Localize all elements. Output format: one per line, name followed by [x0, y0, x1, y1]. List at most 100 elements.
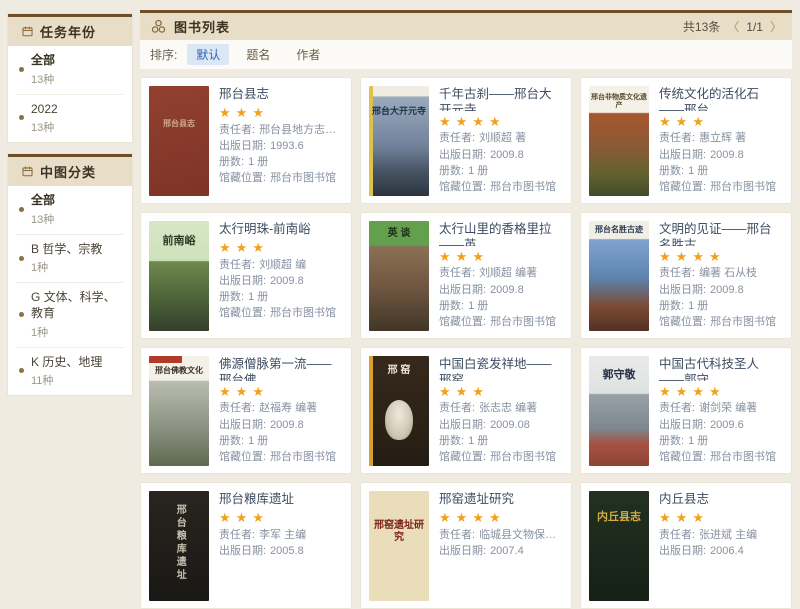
cover-title: 邢台大开元寺 [371, 105, 426, 116]
sort-bar: 排序: 默认 题名 作者 [140, 40, 792, 69]
book-fields: 责任者: 刘顺超 编出版日期: 2009.8 册数: 1 册馆藏位置: 邢台市图书馆 [219, 257, 343, 322]
book-field: 责任者: 刘顺超 著 [439, 132, 527, 145]
book-field: 责任者: 赵福寿 编著 [219, 402, 318, 415]
book-title[interactable]: 中国白瓷发祥地——邢窑 [439, 356, 563, 381]
next-page-button[interactable]: 〉 [770, 18, 782, 35]
book-title[interactable]: 太行山里的香格里拉——英... [439, 221, 563, 246]
prev-page-button[interactable]: 〈 [727, 18, 739, 35]
panel-title: 中图分类 [40, 165, 97, 181]
filter-item[interactable]: K 历史、地理 11种 [16, 348, 124, 396]
book-info: 佛源僧脉第一流——邢台佛... ★ ★ ★ 责任者: 赵福寿 编著 出版日期: 2009.… [219, 356, 343, 465]
book-field: 馆藏位置: 邢台市图书馆 [219, 307, 337, 320]
book-field: 责任者: 张进斌 主编 [659, 528, 758, 541]
book-cover: 邢台县志 [149, 86, 209, 196]
book-title[interactable]: 内丘县志 [659, 491, 783, 507]
rating-stars: ★ ★ ★ ★ [659, 248, 721, 264]
cover-art [384, 400, 413, 440]
book-field: 馆藏位置: 邢台市图书馆 [659, 180, 777, 193]
book-title[interactable]: 邢台粮库遗址 [219, 491, 343, 507]
book-card[interactable]: 邢台佛教文化 佛源僧脉第一流——邢台佛... ★ ★ ★ 责任者: 赵福寿 编著 出版日… [140, 347, 352, 474]
filter-label: 2022 [31, 101, 58, 116]
book-card[interactable]: 邢台县志 邢台县志 ★★★ 责任者:邢台县地方志编纂委... 出版日期:1993.… [140, 77, 352, 204]
filter-label: G 文体、科学、教育 [31, 290, 116, 320]
page-indicator: 1/1 [746, 19, 763, 34]
book-field: 馆藏位置: 邢台市图书馆 [659, 315, 777, 328]
book-field: 馆藏位置: 邢台市图书馆 [439, 315, 557, 328]
filter-item[interactable]: 2022 13种 [16, 95, 124, 143]
book-title[interactable]: 太行明珠-前南峪 [219, 221, 343, 237]
book-title[interactable]: 传统文化的活化石——邢台... [659, 86, 783, 111]
book-field: 出版日期: 2007.4 [439, 545, 524, 557]
book-card[interactable]: 邢台大开元寺 千年古刹——邢台大开元寺 ★ ★ ★ ★ 责任者: 刘顺超 著出版日期: 2… [360, 77, 572, 204]
book-grid: 邢台县志 邢台县志 ★★★ 责任者:邢台县地方志编纂委... 出版日期:1993.… [140, 77, 792, 609]
book-cover: 邢台名胜古迹 [589, 221, 649, 331]
book-card[interactable]: 邢台名胜古迹 文明的见证——邢台名胜古... ★ ★ ★ ★ 责任者: 编著 石从枝 出版… [580, 212, 792, 339]
book-field: 出版日期: 2009.8 [439, 283, 524, 296]
filter-count: 13种 [31, 213, 55, 226]
book-card[interactable]: 邢台粮库遗址 邢台粮库遗址 ★ ★ ★ 责任者: 李军 主编 出版日期: 2005.8 [140, 482, 352, 609]
sort-option[interactable]: 作者 [287, 44, 329, 65]
sidebar-panel: 任务年份 全部 13种 2022 13种 [8, 14, 132, 143]
book-field: 馆藏位置: 邢台市图书馆 [219, 450, 337, 463]
book-info: 太行明珠-前南峪 ★ ★ ★ 责任者: 刘顺超 编出版日期: 2009.8 册数: 1 册馆… [219, 221, 343, 330]
book-cover: 邢台大开元寺 [369, 86, 429, 196]
cover-band [149, 356, 182, 363]
book-title[interactable]: 佛源僧脉第一流——邢台佛... [219, 356, 343, 381]
book-field: 册数: 1 册 [439, 299, 489, 312]
book-title[interactable]: 邢窑遗址研究 [439, 491, 563, 507]
book-field: 出版日期: 2005.8 [219, 545, 304, 557]
total-count: 共13条 [682, 20, 721, 34]
cover-title: 邢台县志 [163, 119, 195, 128]
rating-stars: ★ ★ ★ [439, 383, 484, 399]
filter-item[interactable]: 全部 13种 [16, 186, 124, 235]
book-info: 太行山里的香格里拉——英... ★ ★ ★ 责任者: 刘顺超 编著 出版日期: 2009.… [439, 221, 563, 330]
calendar-icon [22, 166, 33, 177]
filter-item[interactable]: G 文体、科学、教育 1种 [16, 283, 124, 348]
book-title[interactable]: 千年古刹——邢台大开元寺 [439, 86, 563, 111]
rating-stars: ★ ★ ★ [219, 240, 264, 256]
book-fields: 责任者: 张志忠 编著 出版日期: 2009.08 册数: 1 册馆藏位置: 邢台市图书馆 [439, 400, 563, 465]
cover-title: 邢台佛教文化 [155, 365, 203, 375]
book-field: 责任者: 刘顺超 编著 [439, 267, 538, 280]
book-field: 册数: 1 册 [219, 156, 269, 169]
sort-option[interactable]: 题名 [237, 44, 279, 65]
filter-item[interactable]: B 哲学、宗教 1种 [16, 235, 124, 284]
book-title[interactable]: 中国古代科技圣人——郭守... [659, 356, 783, 381]
book-field: 责任者:邢台县地方志编纂委... [219, 123, 343, 136]
book-cover: 邢台粮库遗址 [149, 491, 209, 601]
book-card[interactable]: 郭守敬 中国古代科技圣人——郭守... ★ ★ ★ ★ 责任者: 谢剑荣 编著 出版日期:… [580, 347, 792, 474]
book-title[interactable]: 邢台县志 [219, 86, 343, 102]
book-card[interactable]: 内丘县志 内丘县志 ★ ★ ★ 责任者: 张进斌 主编 出版日期: 2006.4 [580, 482, 792, 609]
book-field: 出版日期: 2009.8 [439, 148, 524, 161]
book-title[interactable]: 文明的见证——邢台名胜古... [659, 221, 783, 246]
rating-stars: ★ ★ ★ [219, 383, 264, 399]
book-fields: 责任者: 刘顺超 著出版日期: 2009.8 册数: 1 册馆藏位置: 邢台市图书馆 [439, 130, 563, 195]
filter-item[interactable]: 全部 13种 [16, 46, 124, 95]
rating-stars: ★ ★ ★ [219, 105, 264, 121]
book-card[interactable]: 邢台非物质文化遗产 传统文化的活化石——邢台... ★ ★ ★ 责任者: 惠立辉 著出… [580, 77, 792, 204]
book-fields: 责任者: 赵福寿 编著 出版日期: 2009.8 册数: 1 册馆藏位置: 邢台市图书馆 [219, 400, 343, 465]
filter-list: 全部 13种 B 哲学、宗教 1种 G 文体、科学、教育 1种 K 历史、地理 … [8, 186, 132, 395]
book-card[interactable]: 邢窑遗址研究 邢窑遗址研究 ★★★★ 责任者:临城县文物保管所 ... 出版日期:… [360, 482, 572, 609]
book-field: 责任者: 李军 主编 [219, 528, 307, 541]
book-cover: 前南峪 [149, 221, 209, 331]
book-card[interactable]: 邢 窑 中国白瓷发祥地——邢窑 ★ ★ ★ 责任者: 张志忠 编著 出版日期: 2009.… [360, 347, 572, 474]
rating-stars: ★ ★ ★ ★ [439, 510, 501, 526]
rating-stars: ★ ★ ★ [659, 510, 704, 526]
book-field: 馆藏位置: 邢台市图书馆 [439, 450, 557, 463]
book-cover: 邢台佛教文化 [149, 356, 209, 466]
panel-header: 中图分类 [8, 157, 132, 187]
cover-title: 邢台名胜古迹 [595, 225, 643, 235]
cover-title: 邢窑遗址研究 [374, 519, 424, 544]
main-header: 图书列表 共13条 〈 1/1 〉 [140, 10, 792, 40]
sort-option[interactable]: 默认 [187, 44, 230, 65]
book-card[interactable]: 前南峪 太行明珠-前南峪 ★ ★ ★ 责任者: 刘顺超 编出版日期: 2009.8 册数:… [140, 212, 352, 339]
filter-label: B 哲学、宗教 [31, 241, 103, 256]
book-fields: 责任者: 张进斌 主编 出版日期: 2006.4 [659, 527, 783, 559]
book-info: 内丘县志 ★ ★ ★ 责任者: 张进斌 主编 出版日期: 2006.4 [659, 491, 783, 600]
calendar-icon [22, 26, 33, 37]
book-cover: 郭守敬 [589, 356, 649, 466]
panel-header: 任务年份 [8, 17, 132, 46]
book-card[interactable]: 英 谈 太行山里的香格里拉——英... ★ ★ ★ 责任者: 刘顺超 编著 出版日期: 2… [360, 212, 572, 339]
cover-title: 内丘县志 [597, 510, 641, 523]
